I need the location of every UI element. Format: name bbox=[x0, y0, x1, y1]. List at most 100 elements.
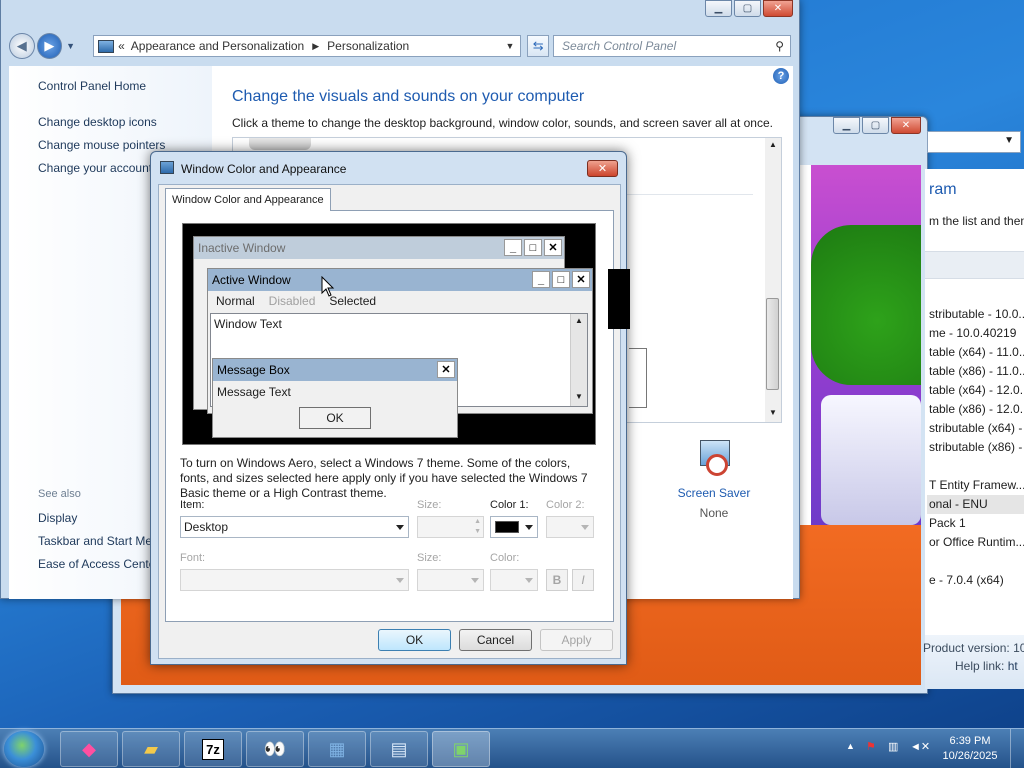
recent-pages-dropdown-icon[interactable]: ▼ bbox=[66, 41, 75, 51]
program-row[interactable] bbox=[927, 457, 1024, 476]
minimize-button[interactable]: ▁ bbox=[833, 117, 860, 134]
dialog-title: Window Color and Appearance bbox=[181, 162, 347, 176]
start-button[interactable] bbox=[4, 731, 44, 767]
back-button[interactable]: ◀ bbox=[9, 33, 35, 59]
refresh-icon: ⇆ bbox=[532, 38, 544, 53]
font-color-picker[interactable] bbox=[490, 569, 538, 591]
change-mouse-pointers-link[interactable]: Change mouse pointers bbox=[38, 138, 165, 152]
network-icon[interactable]: ▥ bbox=[888, 740, 898, 753]
screen-saver-setting[interactable]: Screen Saver None bbox=[659, 440, 769, 520]
taskbar-start-menu-link[interactable]: Taskbar and Start Menu bbox=[38, 534, 165, 548]
close-icon: ✕ bbox=[572, 271, 590, 288]
appearance-preview[interactable]: Inactive Window _ □ ✕ Active Window _ □ bbox=[182, 223, 596, 445]
display-link[interactable]: Display bbox=[38, 511, 77, 525]
help-icon[interactable]: ? bbox=[773, 68, 789, 84]
scroll-down-icon: ▼ bbox=[575, 392, 583, 401]
change-desktop-icons-link[interactable]: Change desktop icons bbox=[38, 115, 157, 129]
menu-disabled[interactable]: Disabled bbox=[269, 291, 316, 311]
program-row[interactable] bbox=[927, 552, 1024, 571]
taskbar-app-explorer[interactable]: ▰ bbox=[122, 731, 180, 767]
chevron-down-icon bbox=[525, 578, 533, 583]
art-machine bbox=[821, 395, 921, 525]
dialog-body: Window Color and Appearance Inactive Win… bbox=[158, 184, 630, 659]
program-row[interactable]: Pack 1 bbox=[927, 514, 1024, 533]
ease-of-access-link[interactable]: Ease of Access Center bbox=[38, 557, 159, 571]
screen-saver-value: None bbox=[699, 506, 729, 520]
change-account-link[interactable]: Change your account bbox=[38, 161, 152, 175]
theme-thumbnail[interactable] bbox=[249, 138, 311, 150]
program-row[interactable]: table (x64) - 11.0... bbox=[927, 343, 1024, 362]
refresh-button[interactable]: ⇆ bbox=[527, 35, 550, 57]
apply-button[interactable]: Apply bbox=[540, 629, 613, 651]
taskbar-app-programs[interactable]: ▤ bbox=[370, 731, 428, 767]
program-row[interactable]: table (x86) - 12.0... bbox=[927, 400, 1024, 419]
program-row[interactable]: e - 7.0.4 (x64) bbox=[927, 571, 1024, 590]
program-row[interactable]: or Office Runtim... bbox=[927, 533, 1024, 552]
message-box-ok-button[interactable]: OK bbox=[299, 407, 371, 429]
italic-button[interactable]: I bbox=[572, 569, 594, 591]
color2-picker[interactable] bbox=[546, 516, 594, 538]
theme-scrollbar[interactable]: ▲ ▼ bbox=[765, 138, 781, 422]
color1-picker[interactable] bbox=[490, 516, 538, 538]
size-spinner[interactable]: ▲ ▼ bbox=[417, 516, 484, 538]
font-size-select[interactable] bbox=[417, 569, 484, 591]
taskbar-app-personalization[interactable]: ▣ bbox=[432, 731, 490, 767]
bold-button[interactable]: B bbox=[546, 569, 568, 591]
font-select[interactable] bbox=[180, 569, 409, 591]
window-text: Window Text bbox=[214, 317, 282, 331]
close-button[interactable]: ✕ bbox=[763, 0, 793, 17]
breadcrumb-overflow[interactable]: « bbox=[118, 39, 125, 53]
screen-saver-label[interactable]: Screen Saver bbox=[659, 486, 769, 500]
menu-selected[interactable]: Selected bbox=[329, 291, 376, 311]
taskbar-app-origami[interactable]: ◆ bbox=[60, 731, 118, 767]
breadcrumb-chevron-icon[interactable]: ▶ bbox=[312, 41, 319, 52]
item-select[interactable]: Desktop bbox=[180, 516, 409, 538]
scroll-down-icon[interactable]: ▼ bbox=[769, 408, 777, 417]
address-box[interactable]: « Appearance and Personalization ▶ Perso… bbox=[93, 35, 522, 57]
program-row[interactable]: me - 10.0.40219 bbox=[927, 324, 1024, 343]
forward-arrow-icon: ▶ bbox=[44, 38, 55, 53]
program-row[interactable]: stributable (x64) - ... bbox=[927, 419, 1024, 438]
programs-column-header[interactable] bbox=[925, 251, 1024, 279]
preview-scrollbar[interactable]: ▲ ▼ bbox=[570, 314, 587, 406]
programs-address-dropdown[interactable]: ▼ bbox=[927, 131, 1021, 153]
taskbar-app-viewer[interactable]: 👀 bbox=[246, 731, 304, 767]
art-tree bbox=[811, 225, 921, 385]
scroll-up-icon[interactable]: ▲ bbox=[769, 140, 777, 149]
address-dropdown-icon[interactable]: ▼ bbox=[505, 41, 514, 51]
program-row[interactable]: T Entity Framew... bbox=[927, 476, 1024, 495]
program-row[interactable]: stributable - 10.0... bbox=[927, 305, 1024, 324]
breadcrumb-personalization[interactable]: Personalization bbox=[327, 39, 409, 53]
cancel-button[interactable]: Cancel bbox=[459, 629, 532, 651]
ok-button[interactable]: OK bbox=[378, 629, 451, 651]
search-input[interactable]: Search Control Panel ⚲ bbox=[553, 35, 792, 57]
program-row[interactable]: table (x86) - 11.0... bbox=[927, 362, 1024, 381]
scroll-thumb[interactable] bbox=[766, 298, 779, 390]
volume-muted-icon[interactable]: ◄✕ bbox=[910, 740, 930, 753]
menu-normal[interactable]: Normal bbox=[216, 291, 255, 311]
action-center-icon[interactable]: ⚑ bbox=[866, 740, 876, 753]
search-icon[interactable]: ⚲ bbox=[775, 39, 784, 53]
dialog-close-button[interactable]: ✕ bbox=[587, 160, 618, 177]
close-button[interactable]: ✕ bbox=[891, 117, 921, 134]
tab-window-color[interactable]: Window Color and Appearance bbox=[165, 188, 331, 211]
program-row[interactable]: table (x64) - 12.0... bbox=[927, 381, 1024, 400]
breadcrumb-appearance[interactable]: Appearance and Personalization bbox=[131, 39, 304, 53]
product-version: Product version: 10 bbox=[923, 641, 1024, 655]
control-panel-home-link[interactable]: Control Panel Home bbox=[38, 79, 146, 93]
program-row[interactable]: stributable (x86) - ... bbox=[927, 438, 1024, 457]
product-version-label: Product version: bbox=[923, 641, 1010, 655]
taskbar-app-7zip[interactable]: 7z bbox=[184, 731, 242, 767]
theme-thumbnail-partial[interactable] bbox=[629, 348, 647, 408]
show-desktop-button[interactable] bbox=[1010, 729, 1024, 768]
forward-button[interactable]: ▶ bbox=[36, 33, 63, 59]
maximize-button[interactable]: ▢ bbox=[862, 117, 889, 134]
maximize-button[interactable]: ▢ bbox=[734, 0, 761, 17]
program-row[interactable]: onal - ENU bbox=[927, 495, 1024, 514]
system-clock[interactable]: 6:39 PM 10/26/2025 bbox=[936, 734, 1004, 764]
show-hidden-icons-button[interactable]: ▲ bbox=[846, 741, 855, 751]
preview-message-box[interactable]: Message Box ✕ Message Text OK bbox=[212, 358, 458, 438]
help-link-value[interactable]: ht bbox=[1008, 659, 1018, 673]
taskbar-app-control-panel[interactable]: ▦ bbox=[308, 731, 366, 767]
minimize-button[interactable]: ▁ bbox=[705, 0, 732, 17]
